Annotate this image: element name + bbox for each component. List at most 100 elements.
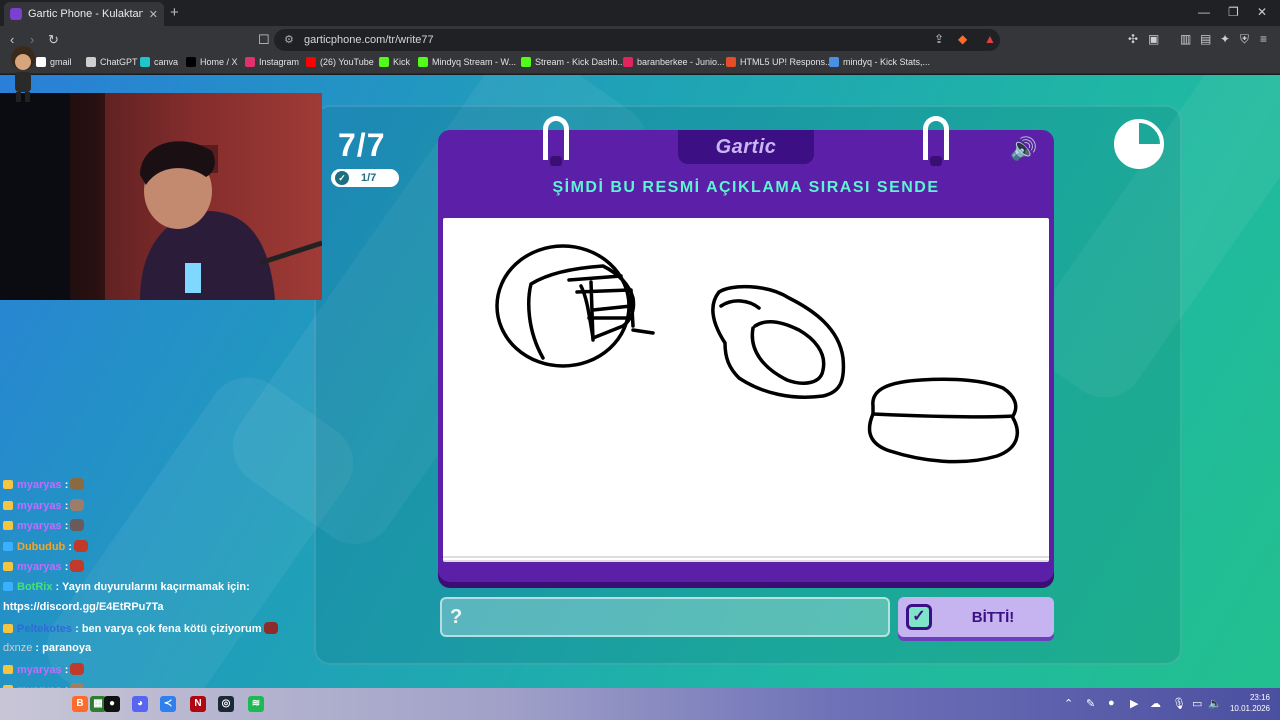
bookmark-label: gmail xyxy=(50,57,72,67)
chat-username[interactable]: myaryas xyxy=(17,500,62,512)
bookmark-item[interactable]: baranberkee - Junio... xyxy=(623,57,725,67)
tray-app-icon[interactable]: ● xyxy=(1108,697,1115,709)
brave-rewards-icon[interactable]: ▲ xyxy=(984,32,996,46)
bookmark-item[interactable]: mindyq - Kick Stats,... xyxy=(829,57,930,67)
clock-time: 23:16 xyxy=(1249,693,1270,702)
chat-username[interactable]: dxnze xyxy=(3,642,32,654)
site-info-icon[interactable]: ⚙ xyxy=(284,33,294,46)
browser-tab[interactable]: Gartic Phone - Kulaktan Kulağa ✕ xyxy=(4,2,164,26)
bookmark-label: Instagram xyxy=(259,57,300,67)
bookmark-label: (26) YouTube xyxy=(320,57,374,67)
bookmark-favicon-icon xyxy=(623,57,633,67)
minimize-icon[interactable]: — xyxy=(1198,5,1210,19)
bookmark-favicon-icon xyxy=(418,57,428,67)
chat-message: Dubudub : xyxy=(3,539,88,553)
network-icon[interactable]: ▭ xyxy=(1192,697,1202,710)
sidebar-icon[interactable]: ▥ xyxy=(1180,32,1191,46)
bookmark-item[interactable]: (26) YouTube xyxy=(306,57,374,67)
bookmark-item[interactable]: Instagram xyxy=(245,57,299,67)
microphone-icon[interactable]: 🎙 xyxy=(1172,697,1186,710)
tab-title: Gartic Phone - Kulaktan Kulağa xyxy=(28,8,143,20)
bookmark-item[interactable]: ChatGPT xyxy=(86,57,138,67)
screenshot-icon[interactable]: ▣ xyxy=(1148,32,1159,46)
streamer-webcam-image xyxy=(0,93,322,300)
extensions-icon[interactable]: ✣ xyxy=(1128,32,1138,46)
windows-taskbar: B ▦ ● ◕ ≺ N ◎ ≋ ⌃ ✎ ● ▶ ☁ 🎙 ▭ 🔈 23:16 10… xyxy=(0,688,1280,720)
chat-username[interactable]: myaryas xyxy=(17,520,62,532)
vpn-icon[interactable]: ⛨ xyxy=(1240,32,1249,47)
leo-ai-icon[interactable]: ✦ xyxy=(1220,32,1230,46)
bookmark-label: canva xyxy=(154,57,179,67)
chat-username[interactable]: myaryas xyxy=(17,561,62,573)
steam-icon[interactable]: ◎ xyxy=(218,696,234,712)
chat-username[interactable]: Peltekotes xyxy=(17,623,72,635)
answer-input[interactable] xyxy=(440,597,890,637)
share-icon[interactable]: ⇪ xyxy=(934,32,944,46)
chat-username[interactable]: BotRix xyxy=(17,581,52,593)
close-window-icon[interactable]: ✕ xyxy=(1257,5,1267,19)
url-text: garticphone.com/tr/write77 xyxy=(304,34,434,46)
bookmark-icon[interactable]: ☐ xyxy=(258,32,270,48)
bookmark-label: Kick xyxy=(393,57,411,67)
chat-emote-icon xyxy=(263,621,278,634)
chat-separator: : xyxy=(61,663,69,676)
wallet-icon[interactable]: ▤ xyxy=(1200,32,1211,46)
brave-icon[interactable]: B xyxy=(72,696,88,712)
brave-shield-icon[interactable]: ◆ xyxy=(958,32,967,46)
bookmark-item[interactable]: Kick xyxy=(379,57,410,67)
webcam-overlay xyxy=(0,93,322,300)
chat-username[interactable]: myaryas xyxy=(17,479,62,491)
chat-separator: : xyxy=(61,499,69,512)
bookmark-label: HTML5 UP! Respons... xyxy=(740,57,833,67)
restore-icon[interactable]: ❐ xyxy=(1228,5,1239,19)
drawing-stroke-bun-top xyxy=(871,377,1018,419)
new-tab-icon[interactable]: + xyxy=(170,4,179,21)
spotify-icon[interactable]: ≋ xyxy=(248,696,264,712)
drawing-stroke-bun-bottom xyxy=(867,412,1020,464)
reload-icon[interactable]: ↻ xyxy=(48,32,59,48)
vscode-icon[interactable]: ≺ xyxy=(160,696,176,712)
done-button[interactable]: ✓ BİTTİ! xyxy=(898,597,1054,637)
binder-ring xyxy=(543,116,569,166)
chat-username[interactable]: Dubudub xyxy=(17,541,65,553)
drawing-stroke-bread-inner xyxy=(719,299,826,385)
timer-icon xyxy=(1114,119,1164,169)
chat-emote-icon xyxy=(70,560,85,572)
bookmark-item[interactable]: Stream - Kick Dashb... xyxy=(521,57,625,67)
chat-badge-icon xyxy=(3,541,13,551)
bookmark-label: Home / X xyxy=(200,57,238,67)
discord-icon[interactable]: ◕ xyxy=(132,696,148,712)
chat-username[interactable]: myaryas xyxy=(17,664,62,676)
streamer-mascot-icon xyxy=(11,46,35,102)
tray-kick-icon[interactable]: ▶ xyxy=(1130,697,1138,710)
obs-icon[interactable]: ● xyxy=(104,696,120,712)
drawing-canvas xyxy=(443,218,1049,562)
sound-icon[interactable]: 🔊 xyxy=(1010,136,1037,162)
tray-cloud-icon[interactable]: ☁ xyxy=(1150,697,1161,710)
bookmark-label: ChatGPT xyxy=(100,57,138,67)
chat-separator: : xyxy=(61,479,69,491)
chat-badge-icon xyxy=(3,623,13,633)
menu-icon[interactable]: ≡ xyxy=(1260,32,1267,46)
checkbox-icon: ✓ xyxy=(906,604,932,630)
players-done-pill: ✓ 1/7 xyxy=(331,169,399,187)
chat-message: myaryas : xyxy=(3,662,85,676)
bookmark-item[interactable]: Mindyq Stream - W... xyxy=(418,57,516,67)
clock[interactable]: 23:16 10.01.2026 xyxy=(1226,692,1270,714)
volume-icon[interactable]: 🔈 xyxy=(1208,697,1222,710)
tray-feather-icon[interactable]: ✎ xyxy=(1086,697,1095,710)
bookmark-item[interactable]: Home / X xyxy=(186,57,238,67)
bookmark-label: Mindyq Stream - W... xyxy=(432,57,517,67)
bookmark-item[interactable]: canva xyxy=(140,57,178,67)
address-bar[interactable]: ⚙ garticphone.com/tr/write77 xyxy=(274,29,1000,51)
bookmark-favicon-icon xyxy=(726,57,736,67)
netflix-icon[interactable]: N xyxy=(190,696,206,712)
tray-chevron-icon[interactable]: ⌃ xyxy=(1064,697,1073,710)
player-drawing xyxy=(495,244,1020,464)
chat-text: Yayın duyurularını kaçırmamak için: xyxy=(59,580,250,593)
bookmark-item[interactable]: HTML5 UP! Respons... xyxy=(726,57,833,67)
bookmark-label: Stream - Kick Dashb... xyxy=(535,57,626,67)
bookmark-item[interactable]: gmail xyxy=(36,57,72,67)
close-tab-icon[interactable]: ✕ xyxy=(149,8,158,21)
chat-emote-icon xyxy=(70,478,85,490)
